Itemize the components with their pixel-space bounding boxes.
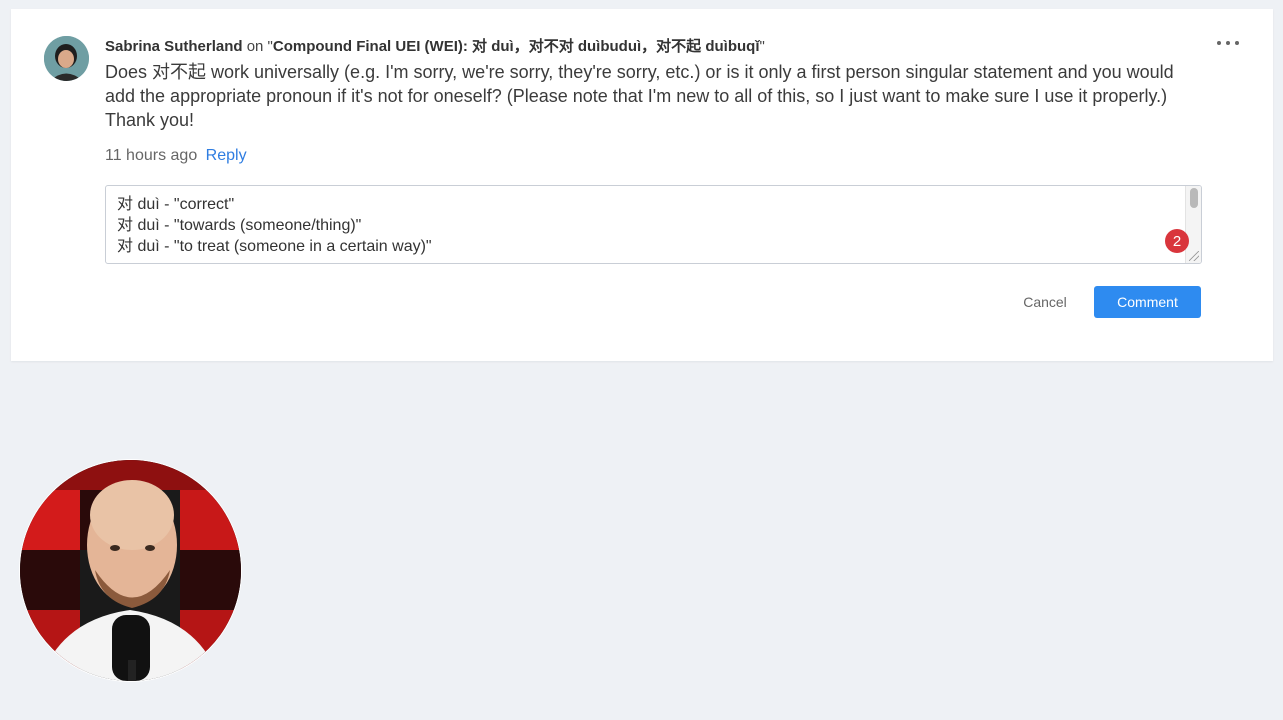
avatar[interactable]	[44, 36, 89, 81]
user-avatar-image	[44, 36, 89, 81]
dot	[1235, 41, 1239, 45]
reply-textarea[interactable]: 对 duì - "correct" 对 duì - "towards (someo…	[105, 185, 1202, 264]
scrollbar-thumb[interactable]	[1190, 188, 1198, 208]
timestamp: 11 hours ago	[105, 147, 198, 164]
dot	[1217, 41, 1221, 45]
cancel-button[interactable]: Cancel	[1011, 286, 1079, 318]
on-text: on "	[246, 38, 273, 55]
author-name[interactable]: Sabrina Sutherland	[105, 38, 243, 55]
close-quote: "	[759, 38, 765, 55]
reply-line: 对 duì - "towards (someone/thing)"	[117, 217, 362, 234]
comment-footer: 11 hours ago Reply	[105, 147, 247, 165]
reply-link[interactable]: Reply	[206, 147, 247, 164]
webcam-video-image	[20, 460, 241, 681]
comment-meta: Sabrina Sutherland on "Compound Final UE…	[105, 35, 765, 56]
comment-button[interactable]: Comment	[1094, 286, 1201, 318]
comment-card: Sabrina Sutherland on "Compound Final UE…	[11, 9, 1273, 361]
lesson-title-link[interactable]: Compound Final UEI (WEI): 对 duì，对不对 duìb…	[273, 38, 760, 55]
resize-handle-icon[interactable]	[1189, 251, 1199, 261]
reply-line: 对 duì - "correct"	[117, 196, 235, 213]
ellipsis-icon[interactable]	[1217, 35, 1239, 51]
reply-line: 对 duì - "to treat (someone in a certain …	[117, 238, 432, 255]
comment-body: Does 对不起 work universally (e.g. I'm sorr…	[105, 62, 1174, 130]
dot	[1226, 41, 1230, 45]
reply-text-content[interactable]: 对 duì - "correct" 对 duì - "towards (someo…	[117, 194, 432, 257]
notification-badge: 2	[1165, 229, 1189, 253]
webcam-overlay	[20, 460, 241, 681]
